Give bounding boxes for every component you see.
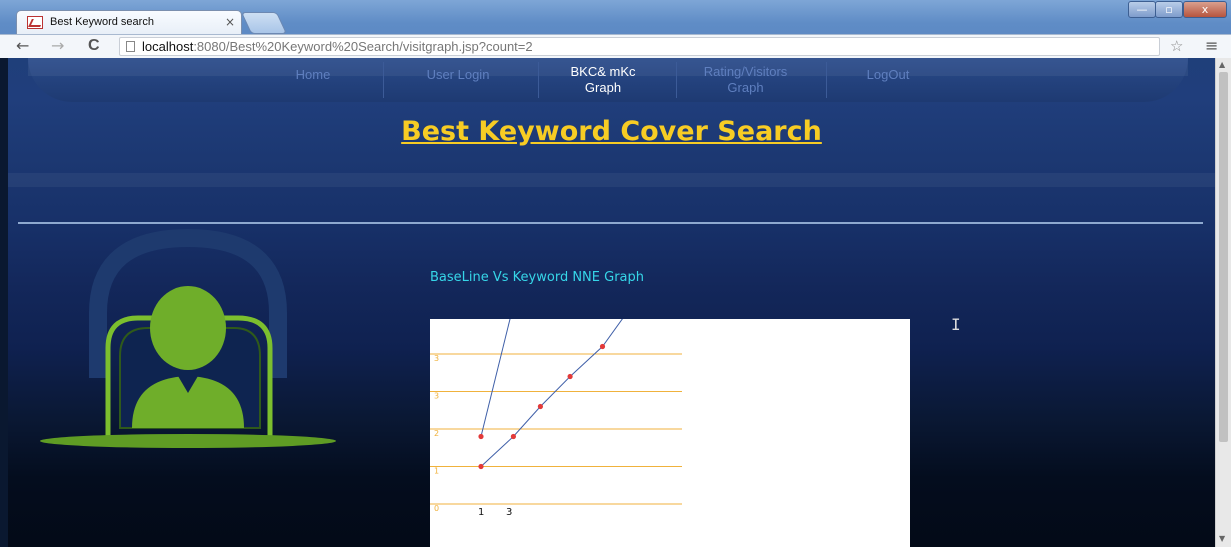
close-window-button[interactable]: x <box>1183 1 1227 18</box>
nav-separator <box>538 62 539 98</box>
site-title: Best Keyword Cover Search <box>401 116 822 147</box>
site-navbar: Home User Login BKC& mKc Graph Rating/Vi… <box>28 58 1188 102</box>
maximize-button[interactable]: ▫ <box>1155 1 1183 18</box>
minimize-button[interactable]: — <box>1128 1 1156 18</box>
data-point <box>478 433 484 440</box>
x-tick-label: 3 <box>506 507 512 518</box>
nav-rating-visitors-graph[interactable]: Rating/Visitors Graph <box>683 64 808 96</box>
x-tick-label: 1 <box>478 507 484 518</box>
page-scrollbar[interactable]: ▲ ▼ <box>1215 58 1231 547</box>
y-tick-label: 1 <box>434 467 439 476</box>
url-text: localhost:8080/Best%20Keyword%20Search/v… <box>142 39 533 54</box>
decorative-band <box>8 173 1215 187</box>
data-point <box>599 343 606 350</box>
scroll-thumb[interactable] <box>1219 72 1228 442</box>
page-icon <box>126 41 135 52</box>
scroll-up-icon[interactable]: ▲ <box>1219 60 1225 69</box>
user-lock-icon <box>40 228 336 448</box>
nav-user-login[interactable]: User Login <box>398 67 518 83</box>
favicon-icon <box>27 16 43 29</box>
series-line <box>480 319 511 437</box>
nne-line-chart: 0 1 2 3 3 1 3 <box>430 319 910 547</box>
y-tick-label: 3 <box>434 354 439 363</box>
data-point <box>478 463 484 470</box>
y-tick-label: 0 <box>434 504 439 513</box>
tab-close-icon[interactable]: × <box>225 15 235 29</box>
nav-bkc-line2: Graph <box>584 80 622 95</box>
text-cursor: I <box>951 315 961 334</box>
reload-icon[interactable]: C <box>88 37 100 55</box>
nav-separator <box>676 62 677 98</box>
nav-rating-line1: Rating/Visitors <box>703 64 788 79</box>
nav-separator <box>383 62 384 98</box>
nav-rating-line2: Graph <box>727 80 764 95</box>
forward-icon[interactable]: → <box>51 37 64 55</box>
data-point <box>510 433 516 440</box>
page-content: Home User Login BKC& mKc Graph Rating/Vi… <box>8 58 1215 547</box>
new-tab-button[interactable] <box>240 12 288 34</box>
data-point <box>567 373 573 380</box>
y-tick-label: 3 <box>434 392 439 401</box>
y-tick-label: 2 <box>434 429 439 438</box>
divider <box>18 222 1203 224</box>
url-path: :8080/Best%20Keyword%20Search/visitgraph… <box>193 39 533 54</box>
browser-toolbar: ← → C localhost:8080/Best%20Keyword%20Se… <box>0 34 1231 58</box>
nav-logout[interactable]: LogOut <box>843 67 933 83</box>
url-host: localhost <box>142 39 194 54</box>
graph-title: BaseLine Vs Keyword NNE Graph <box>430 270 645 285</box>
browser-chrome: Best Keyword search × — ▫ x ← → C localh… <box>0 0 1231 58</box>
bookmark-star-icon[interactable]: ☆ <box>1170 37 1183 55</box>
browser-menu-icon[interactable]: ≡ <box>1205 36 1218 55</box>
series-line <box>480 319 623 467</box>
tab-title: Best Keyword search <box>50 16 154 28</box>
browser-tab[interactable]: Best Keyword search × <box>16 10 242 36</box>
data-point <box>537 403 543 410</box>
address-bar[interactable]: localhost:8080/Best%20Keyword%20Search/v… <box>119 37 1160 56</box>
back-icon[interactable]: ← <box>16 37 29 55</box>
nav-bkc-line1: BKC& mKc <box>570 64 636 79</box>
nav-bkc-mkc-graph[interactable]: BKC& mKc Graph <box>548 64 658 96</box>
nav-separator <box>826 62 827 98</box>
nav-home[interactable]: Home <box>268 67 358 83</box>
scroll-down-icon[interactable]: ▼ <box>1219 534 1225 543</box>
